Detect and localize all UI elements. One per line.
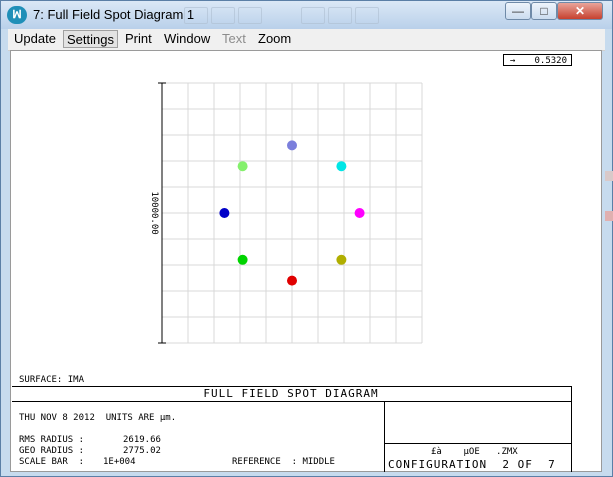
configuration-text: CONFIGURATION 2 OF 7: [388, 458, 556, 471]
spot-marker: [219, 208, 230, 218]
faded-toolbar-item: [184, 7, 208, 24]
maximize-button[interactable]: □: [531, 2, 557, 20]
title-bar[interactable]: ꟽ 7: Full Field Spot Diagram 1 — □ ✕: [1, 1, 612, 29]
close-button[interactable]: ✕: [557, 2, 603, 20]
spot-marker: [287, 275, 297, 286]
box-right-edge: [571, 386, 572, 472]
plot-grid: [161, 82, 423, 344]
scale-bar-value: 1E+004: [103, 457, 136, 467]
menu-settings[interactable]: Settings: [63, 30, 118, 48]
menu-update[interactable]: Update: [11, 30, 59, 48]
reference-text: REFERENCE : MIDDLE: [232, 457, 335, 467]
edge-strip: [605, 211, 613, 221]
menu-text[interactable]: Text: [219, 30, 249, 48]
zemax-logo-icon[interactable]: ꟽ: [7, 6, 27, 24]
menu-bar: Update Settings Print Window Text Zoom: [8, 29, 605, 51]
surface-label: SURFACE: IMA: [19, 375, 85, 385]
spot-marker: [237, 161, 248, 172]
spot-diagram-window: ꟽ 7: Full Field Spot Diagram 1 — □ ✕ Upd…: [0, 0, 613, 477]
faded-toolbar-item: [355, 7, 379, 24]
spot-diagram-svg: 10000.00: [149, 82, 423, 344]
minimize-button[interactable]: —: [505, 2, 531, 20]
spot-marker: [287, 140, 297, 151]
scale-bar-label: 10000.00: [149, 191, 159, 234]
rms-radius-label: RMS RADIUS :: [19, 435, 85, 445]
file-name: £à µOE .ZMX: [431, 447, 518, 457]
menu-window[interactable]: Window: [161, 30, 213, 48]
spot-marker: [336, 161, 347, 172]
scale-bar-label-text: SCALE BAR :: [19, 457, 85, 467]
faded-toolbar-item: [301, 7, 325, 24]
edge-strip: [605, 171, 613, 181]
geo-radius-value: 2775.02: [123, 446, 161, 456]
config-rule: [384, 443, 572, 444]
rms-radius-value: 2619.66: [123, 435, 161, 445]
window-title: 7: Full Field Spot Diagram 1: [33, 7, 195, 22]
info-divider: [384, 401, 385, 472]
geo-radius-label: GEO RADIUS :: [19, 446, 85, 456]
title-rule-bottom: [12, 401, 572, 402]
menu-zoom[interactable]: Zoom: [255, 30, 294, 48]
date-units: THU NOV 8 2012 UNITS ARE µm.: [19, 413, 177, 423]
spot-marker: [336, 254, 347, 265]
faded-toolbar-item: [328, 7, 352, 24]
faded-toolbar-item: [211, 7, 235, 24]
faded-toolbar-item: [238, 7, 262, 24]
diagram-title: FULL FIELD SPOT DIAGRAM: [203, 387, 379, 400]
spot-marker: [237, 254, 248, 265]
plot-area: → 0.5320 10000.00 SURFACE: IMA FULL FIEL…: [10, 50, 602, 472]
menu-print[interactable]: Print: [122, 30, 155, 48]
spot-marker: [354, 208, 365, 218]
